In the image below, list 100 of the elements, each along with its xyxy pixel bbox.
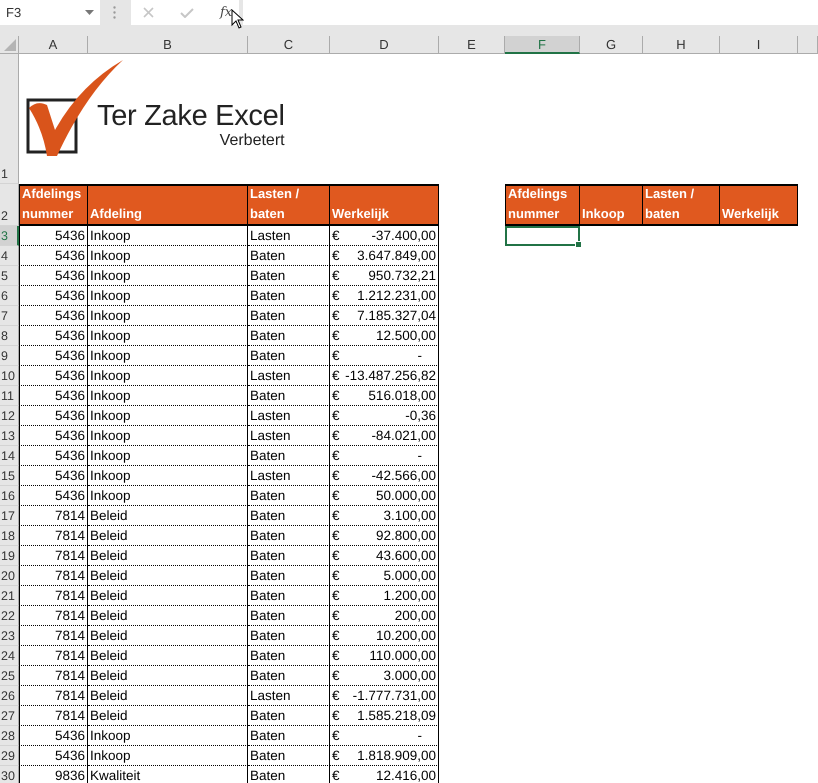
currency-symbol: €: [332, 307, 340, 325]
amount: -37.400,00: [371, 227, 436, 245]
amount: -13.487.256,82: [345, 367, 436, 385]
column-header[interactable]: C: [248, 36, 330, 54]
column-header[interactable]: G: [580, 36, 643, 54]
drag-handle-icon[interactable]: [113, 6, 116, 19]
amount: 50.000,00: [376, 487, 436, 505]
row-header[interactable]: 11: [0, 386, 19, 406]
table-cell: 7814: [19, 586, 88, 606]
row-header[interactable]: 22: [0, 606, 19, 626]
table-cell: Inkoop: [88, 386, 248, 406]
row-header[interactable]: 14: [0, 446, 19, 466]
table-cell: Lasten: [248, 426, 330, 446]
currency-symbol: €: [332, 567, 340, 585]
row-header[interactable]: 10: [0, 366, 19, 386]
column-header[interactable]: H: [643, 36, 720, 54]
row-header[interactable]: 12: [0, 406, 19, 426]
table-header-cell: Inkoop: [580, 184, 643, 226]
currency-symbol: €: [332, 647, 340, 665]
row-header[interactable]: 13: [0, 426, 19, 446]
row-header[interactable]: 23: [0, 626, 19, 646]
row-header[interactable]: 28: [0, 726, 19, 746]
row-header[interactable]: 2: [0, 184, 19, 226]
table-cell: Beleid: [88, 626, 248, 646]
table-cell: Baten: [248, 526, 330, 546]
table-cell: Baten: [248, 326, 330, 346]
row-header[interactable]: 24: [0, 646, 19, 666]
table-cell: Inkoop: [88, 446, 248, 466]
table-cell: 5436: [19, 746, 88, 766]
amount: 950.732,21: [368, 267, 436, 285]
column-header[interactable]: A: [19, 36, 88, 54]
row-header[interactable]: 21: [0, 586, 19, 606]
name-box[interactable]: F3: [0, 0, 100, 25]
amount: 1.818.909,00: [357, 747, 436, 765]
table-cell: Lasten: [248, 466, 330, 486]
row-header[interactable]: 6: [0, 286, 19, 306]
table-cell: Baten: [248, 626, 330, 646]
table-cell: Baten: [248, 506, 330, 526]
row-header[interactable]: 8: [0, 326, 19, 346]
row-header[interactable]: 16: [0, 486, 19, 506]
table-cell: Inkoop: [88, 726, 248, 746]
currency-symbol: €: [332, 747, 340, 765]
row-header[interactable]: 30: [0, 766, 19, 783]
formula-input-field[interactable]: [243, 0, 818, 25]
table-cell: 7814: [19, 506, 88, 526]
table-cell: Lasten: [248, 366, 330, 386]
table-cell: 7814: [19, 626, 88, 646]
currency-symbol: €: [332, 627, 340, 645]
amount: 12.500,00: [376, 327, 436, 345]
column-header[interactable]: I: [720, 36, 798, 54]
table-header-cell: Lasten / baten: [248, 184, 330, 226]
table-cell: Kwaliteit: [88, 766, 248, 783]
row-header[interactable]: 7: [0, 306, 19, 326]
row-header[interactable]: 4: [0, 246, 19, 266]
table-cell: Baten: [248, 386, 330, 406]
table-cell: Inkoop: [88, 406, 248, 426]
table-cell: Baten: [248, 546, 330, 566]
currency-symbol: €: [332, 607, 340, 625]
table-cell: Inkoop: [88, 286, 248, 306]
table-cell: Baten: [248, 346, 330, 366]
row-header[interactable]: 5: [0, 266, 19, 286]
active-cell[interactable]: [505, 226, 580, 246]
select-all-button[interactable]: [0, 36, 19, 54]
table-cell: Inkoop: [88, 486, 248, 506]
table-cell: Inkoop: [88, 346, 248, 366]
row-header[interactable]: 27: [0, 706, 19, 726]
table-cell: Lasten: [248, 406, 330, 426]
row-header[interactable]: 29: [0, 746, 19, 766]
table-cell: Inkoop: [88, 466, 248, 486]
row-header[interactable]: 20: [0, 566, 19, 586]
currency-symbol: €: [332, 347, 340, 365]
row-header[interactable]: 15: [0, 466, 19, 486]
row-header[interactable]: 19: [0, 546, 19, 566]
row-header[interactable]: 26: [0, 686, 19, 706]
row-header[interactable]: 18: [0, 526, 19, 546]
amount: 7.185.327,04: [357, 307, 436, 325]
amount: -0,36: [405, 407, 436, 425]
currency-symbol: €: [332, 427, 340, 445]
currency-symbol: €: [332, 767, 340, 783]
table-cell: Inkoop: [88, 326, 248, 346]
row-header[interactable]: 17: [0, 506, 19, 526]
row-header[interactable]: 9: [0, 346, 19, 366]
row-header[interactable]: 25: [0, 666, 19, 686]
cancel-icon[interactable]: [143, 7, 154, 18]
table-cell: 7814: [19, 526, 88, 546]
confirm-icon[interactable]: [180, 8, 194, 18]
table-header-cell: Werkelijk: [720, 184, 798, 226]
amount: 3.647.849,00: [357, 247, 436, 265]
row-header[interactable]: 1: [0, 54, 19, 184]
table-cell: Beleid: [88, 506, 248, 526]
column-header[interactable]: B: [88, 36, 248, 54]
table-cell: Beleid: [88, 546, 248, 566]
table-cell: 5436: [19, 426, 88, 446]
row-header[interactable]: 3: [0, 226, 19, 246]
column-header[interactable]: F: [505, 36, 580, 54]
table-cell: 5436: [19, 366, 88, 386]
column-header[interactable]: E: [439, 36, 505, 54]
table-cell: Baten: [248, 246, 330, 266]
column-header[interactable]: D: [330, 36, 439, 54]
column-header[interactable]: [798, 36, 818, 54]
